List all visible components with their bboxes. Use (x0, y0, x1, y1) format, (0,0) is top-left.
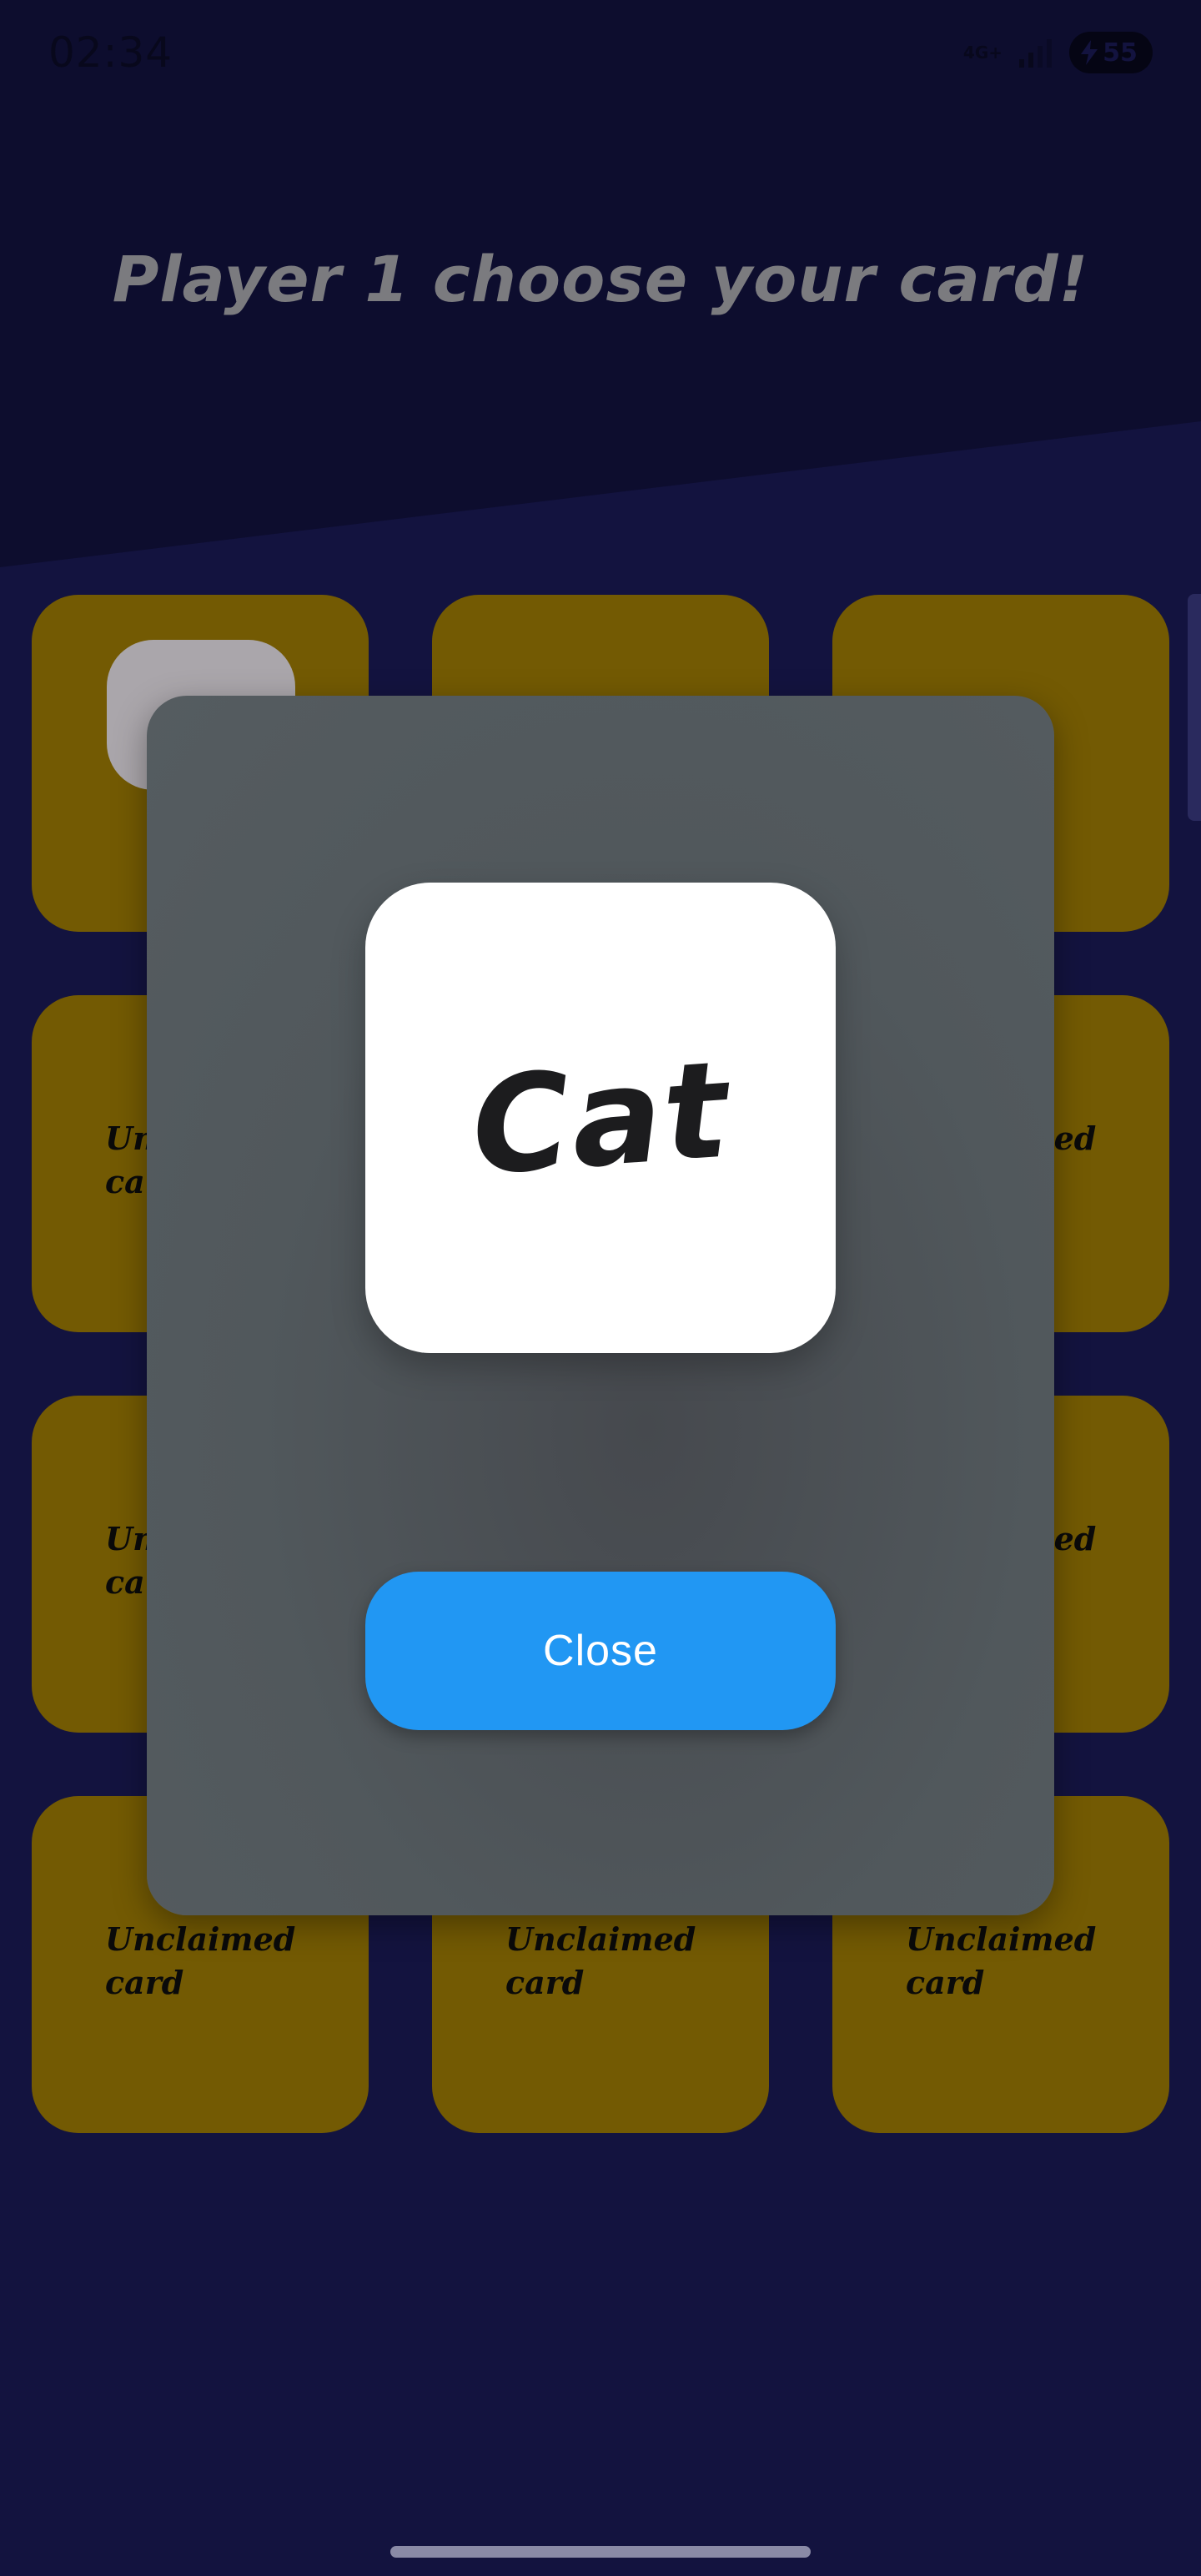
page-title: Player 1 choose your card! (112, 242, 1089, 316)
status-time: 02:34 (48, 28, 173, 77)
card-label: Unclaimed card (906, 1920, 1097, 2001)
card-label: Unclaimed card (105, 1920, 296, 2001)
word-card: Cat (365, 883, 836, 1353)
home-indicator[interactable] (390, 2546, 811, 2558)
battery-indicator: 55 (1069, 32, 1153, 73)
status-bar: 02:34 4G+ 55 (0, 0, 1201, 108)
game-screen: 02:34 4G+ 55 Player 1 choose your card! (0, 0, 1201, 2576)
network-type-label: 4G+ (962, 43, 1003, 63)
battery-level: 55 (1103, 38, 1138, 68)
charging-bolt-icon (1081, 40, 1098, 65)
card-reveal-dialog: Cat Close (147, 696, 1054, 1915)
secret-word: Cat (466, 1030, 735, 1205)
status-icons: 4G+ 55 (963, 32, 1153, 73)
scrollbar-thumb[interactable] (1188, 594, 1201, 821)
signal-icon (1019, 39, 1052, 68)
close-button-label: Close (543, 1627, 658, 1675)
card-label: Unclaimed card (505, 1920, 696, 2001)
close-button[interactable]: Close (365, 1572, 836, 1730)
